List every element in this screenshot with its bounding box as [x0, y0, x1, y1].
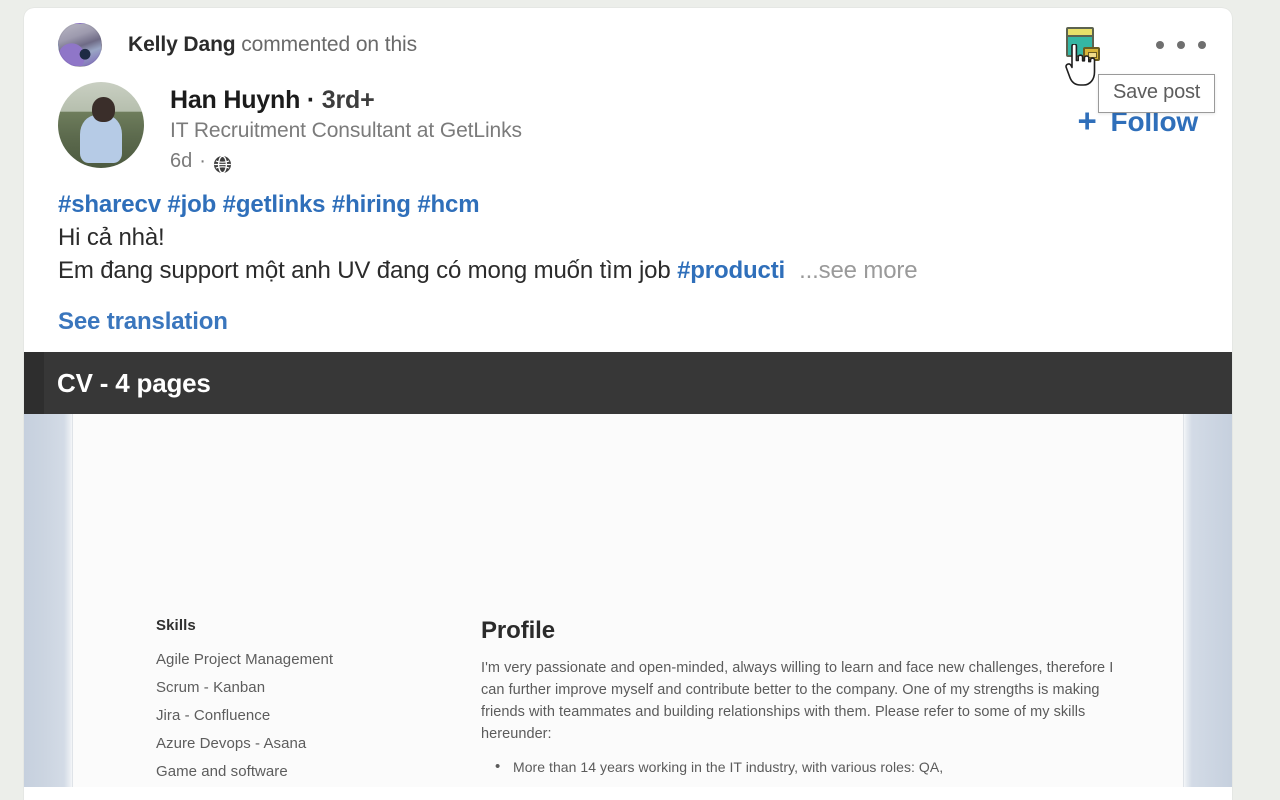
plus-icon: +: [1077, 102, 1097, 140]
post-hashtag-producti[interactable]: #producti: [677, 257, 785, 284]
author-time-row: 6d ·: [170, 146, 522, 176]
linkedin-post-card: Kelly Dang commented on this Han Huynh ·…: [24, 8, 1232, 800]
author-headline: IT Recruitment Consultant at GetLinks: [170, 119, 522, 142]
document-titlebar: CV - 4 pages: [24, 352, 1232, 414]
author-name-line[interactable]: Han Huynh · 3rd+: [170, 84, 522, 116]
post-context-row: Kelly Dang commented on this: [24, 8, 1232, 82]
document-columns: Skills Agile Project Management Scrum - …: [156, 617, 1123, 786]
post-time-ago: 6d: [170, 150, 193, 173]
kelly-dang-avatar[interactable]: [58, 23, 102, 67]
document-viewer[interactable]: CV - 4 pages Skills Agile Project Manage…: [24, 352, 1232, 787]
skills-heading: Skills: [156, 617, 196, 634]
profile-bullet-item: More than 14 years working in the IT ind…: [481, 756, 1123, 778]
kebab-dot-3: [1198, 41, 1206, 49]
screen-root: Kelly Dang commented on this Han Huynh ·…: [0, 0, 1280, 800]
skill-item: Azure Devops - Asana: [156, 735, 307, 752]
globe-public-icon: [213, 153, 232, 174]
context-actor-name[interactable]: Kelly Dang: [128, 33, 236, 56]
document-stage[interactable]: Skills Agile Project Management Scrum - …: [24, 414, 1232, 787]
save-post-tooltip: Save post: [1098, 74, 1216, 113]
save-post-bookmark-icon[interactable]: [1066, 27, 1100, 63]
skill-item: Scrum - Kanban: [156, 679, 266, 696]
titlebar-left-shade: [24, 352, 44, 414]
document-profile-column: Profile I'm very passionate and open-min…: [476, 617, 1123, 786]
skill-item: Jira - Confluence: [156, 707, 271, 724]
post-header-actions: [1066, 8, 1210, 82]
skill-item: Game and software: [156, 763, 288, 780]
post-line-3-prefix: Em đang support một anh UV đang có mong …: [58, 257, 678, 284]
post-hashtag-line: #sharecv #job #getlinks #hiring #hcm: [58, 188, 1198, 221]
author-meta: Han Huynh · 3rd+ IT Recruitment Consulta…: [170, 82, 522, 176]
post-text-line-3: Em đang support một anh UV đang có mong …: [58, 254, 1198, 287]
more-options-kebab-icon[interactable]: [1152, 33, 1210, 57]
document-skills-column: Skills Agile Project Management Scrum - …: [156, 617, 476, 786]
kebab-dot-1: [1156, 41, 1164, 49]
profile-bullet-list: More than 14 years working in the IT ind…: [481, 756, 1123, 778]
context-action-text: commented on this: [235, 33, 417, 56]
time-separator: ·: [199, 150, 206, 173]
kebab-dot-2: [1177, 41, 1185, 49]
post-context-text: Kelly Dang commented on this: [128, 33, 417, 57]
author-degree: 3rd+: [321, 86, 375, 114]
post-body: #sharecv #job #getlinks #hiring #hcm Hi …: [24, 178, 1232, 352]
han-huynh-avatar[interactable]: [58, 82, 144, 168]
post-author-row: Han Huynh · 3rd+ IT Recruitment Consulta…: [24, 82, 1232, 178]
document-page: Skills Agile Project Management Scrum - …: [72, 414, 1184, 787]
author-name-separator: ·: [300, 86, 322, 114]
document-title: CV - 4 pages: [57, 367, 211, 398]
author-name: Han Huynh: [170, 86, 301, 114]
profile-heading: Profile: [481, 617, 555, 644]
bookmark-badge: [1083, 47, 1100, 61]
post-hashtags[interactable]: #sharecv #job #getlinks #hiring #hcm: [58, 191, 480, 218]
post-text-line-2: Hi cả nhà!: [58, 224, 165, 251]
profile-paragraph: I'm very passionate and open-minded, alw…: [481, 660, 1114, 742]
skill-item: Agile Project Management: [156, 651, 334, 668]
see-translation-link[interactable]: See translation: [58, 308, 228, 336]
see-more-link[interactable]: ...see more: [799, 257, 918, 284]
